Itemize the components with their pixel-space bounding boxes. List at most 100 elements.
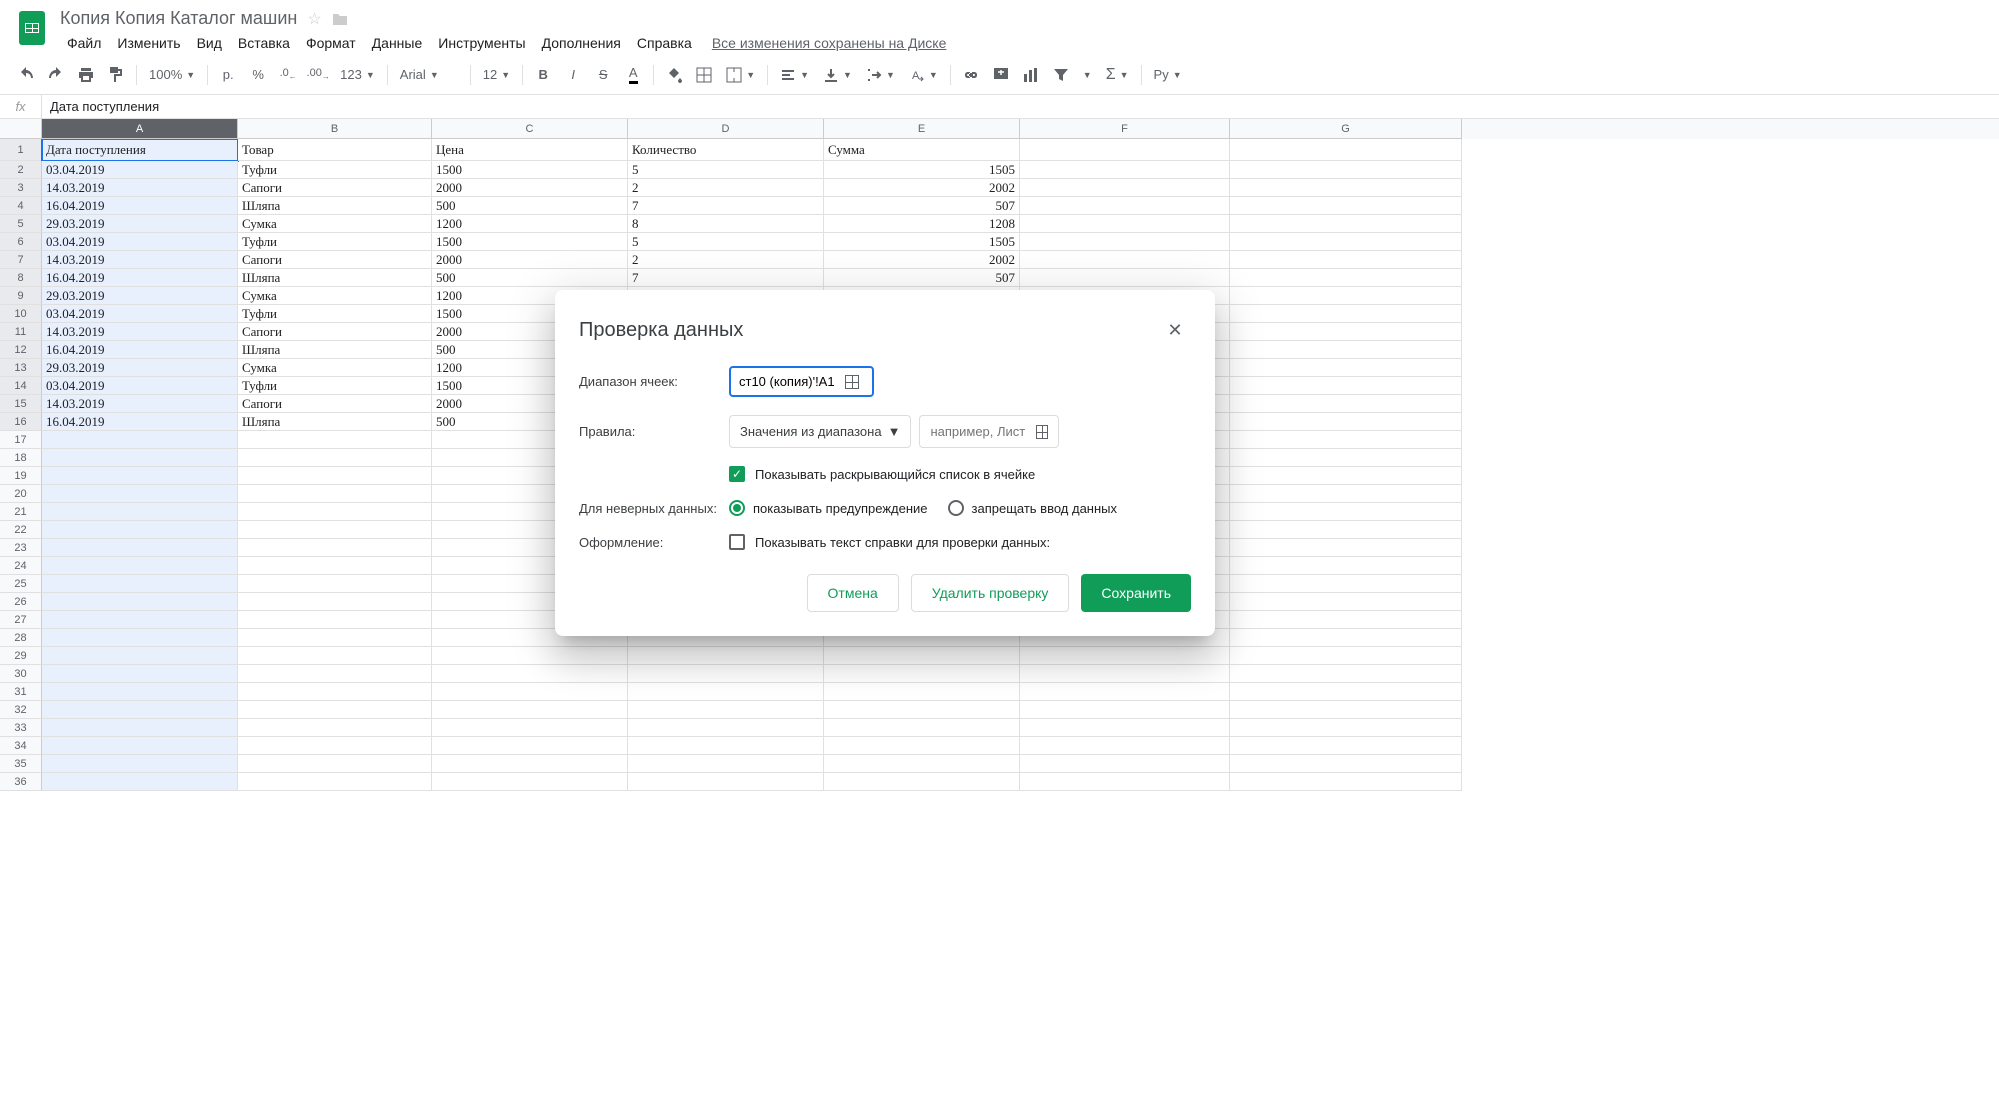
cell[interactable] (238, 485, 432, 503)
cell[interactable]: 14.03.2019 (42, 323, 238, 341)
redo-button[interactable] (42, 61, 70, 89)
cell[interactable]: 2 (628, 251, 824, 269)
column-header-d[interactable]: D (628, 119, 824, 139)
cell[interactable] (628, 683, 824, 701)
zoom-select[interactable]: 100%▼ (143, 62, 201, 88)
cell[interactable]: 14.03.2019 (42, 179, 238, 197)
cell[interactable] (628, 755, 824, 773)
cell[interactable] (1230, 683, 1462, 701)
cell[interactable] (238, 719, 432, 737)
row-header[interactable]: 6 (0, 233, 42, 251)
cell[interactable] (1230, 647, 1462, 665)
cell[interactable]: Сумка (238, 359, 432, 377)
row-header[interactable]: 7 (0, 251, 42, 269)
cell[interactable]: 03.04.2019 (42, 233, 238, 251)
cell[interactable]: Туфли (238, 233, 432, 251)
insert-chart-button[interactable] (1017, 61, 1045, 89)
cell[interactable] (42, 467, 238, 485)
cell[interactable] (238, 737, 432, 755)
cell[interactable] (1230, 269, 1462, 287)
cell[interactable] (432, 701, 628, 719)
cell[interactable]: Туфли (238, 161, 432, 179)
row-header[interactable]: 34 (0, 737, 42, 755)
cell[interactable]: 5 (628, 161, 824, 179)
cell[interactable] (42, 755, 238, 773)
row-header[interactable]: 35 (0, 755, 42, 773)
range-input[interactable] (739, 374, 839, 389)
row-header[interactable]: 3 (0, 179, 42, 197)
bold-button[interactable]: B (529, 61, 557, 89)
row-header[interactable]: 27 (0, 611, 42, 629)
cell[interactable] (628, 665, 824, 683)
cell[interactable] (1020, 719, 1230, 737)
cell[interactable] (1230, 629, 1462, 647)
row-header[interactable]: 2 (0, 161, 42, 179)
row-header[interactable]: 26 (0, 593, 42, 611)
insert-comment-button[interactable] (987, 61, 1015, 89)
cell[interactable] (42, 647, 238, 665)
cell[interactable] (42, 629, 238, 647)
cell[interactable]: Шляпа (238, 413, 432, 431)
row-header[interactable]: 11 (0, 323, 42, 341)
filter-button[interactable] (1047, 61, 1075, 89)
cell[interactable] (238, 611, 432, 629)
cell[interactable]: Туфли (238, 377, 432, 395)
cell[interactable]: Шляпа (238, 269, 432, 287)
cell[interactable] (1020, 683, 1230, 701)
cell[interactable] (824, 701, 1020, 719)
cell[interactable] (1230, 305, 1462, 323)
cell[interactable]: 29.03.2019 (42, 215, 238, 233)
cell[interactable] (42, 683, 238, 701)
cell[interactable]: Цена (432, 139, 628, 161)
functions-button[interactable]: Σ▼ (1100, 62, 1135, 88)
cell[interactable] (238, 431, 432, 449)
cell[interactable] (1020, 215, 1230, 233)
select-range-icon[interactable] (845, 375, 859, 389)
cell[interactable] (238, 701, 432, 719)
merge-cells-button[interactable]: ▼ (720, 62, 761, 88)
cell[interactable]: Количество (628, 139, 824, 161)
cell[interactable] (42, 449, 238, 467)
row-header[interactable]: 5 (0, 215, 42, 233)
text-wrap-button[interactable]: ▼ (860, 62, 901, 88)
cell[interactable] (432, 737, 628, 755)
cell[interactable]: Товар (238, 139, 432, 161)
cell[interactable]: 1208 (824, 215, 1020, 233)
insert-link-button[interactable] (957, 61, 985, 89)
cell[interactable] (42, 737, 238, 755)
cell[interactable]: 2002 (824, 179, 1020, 197)
cell[interactable] (42, 719, 238, 737)
cell[interactable]: 5 (628, 233, 824, 251)
cell[interactable] (1020, 701, 1230, 719)
borders-button[interactable] (690, 61, 718, 89)
column-header-e[interactable]: E (824, 119, 1020, 139)
row-header[interactable]: 14 (0, 377, 42, 395)
cell[interactable] (42, 431, 238, 449)
cell[interactable]: 507 (824, 269, 1020, 287)
save-button[interactable]: Сохранить (1081, 574, 1191, 612)
cell[interactable] (42, 665, 238, 683)
cell[interactable] (42, 539, 238, 557)
cell[interactable] (1020, 251, 1230, 269)
cell[interactable]: 1500 (432, 233, 628, 251)
cell[interactable] (238, 467, 432, 485)
cell[interactable] (824, 665, 1020, 683)
cell[interactable]: 2 (628, 179, 824, 197)
cell[interactable]: 2000 (432, 179, 628, 197)
show-dropdown-checkbox[interactable]: ✓ (729, 466, 745, 482)
cell[interactable] (1230, 395, 1462, 413)
rules-range-input[interactable] (930, 424, 1030, 439)
row-header[interactable]: 28 (0, 629, 42, 647)
decrease-decimal-button[interactable]: .0← (274, 61, 302, 89)
column-header-f[interactable]: F (1020, 119, 1230, 139)
row-header[interactable]: 8 (0, 269, 42, 287)
menu-view[interactable]: Вид (190, 31, 229, 55)
fill-color-button[interactable] (660, 61, 688, 89)
remove-validation-button[interactable]: Удалить проверку (911, 574, 1070, 612)
cell[interactable] (1230, 359, 1462, 377)
cell[interactable]: 2000 (432, 251, 628, 269)
cell[interactable]: 507 (824, 197, 1020, 215)
document-title[interactable]: Копия Копия Каталог машин (60, 8, 297, 29)
cell[interactable] (1230, 179, 1462, 197)
cell[interactable]: Сумма (824, 139, 1020, 161)
